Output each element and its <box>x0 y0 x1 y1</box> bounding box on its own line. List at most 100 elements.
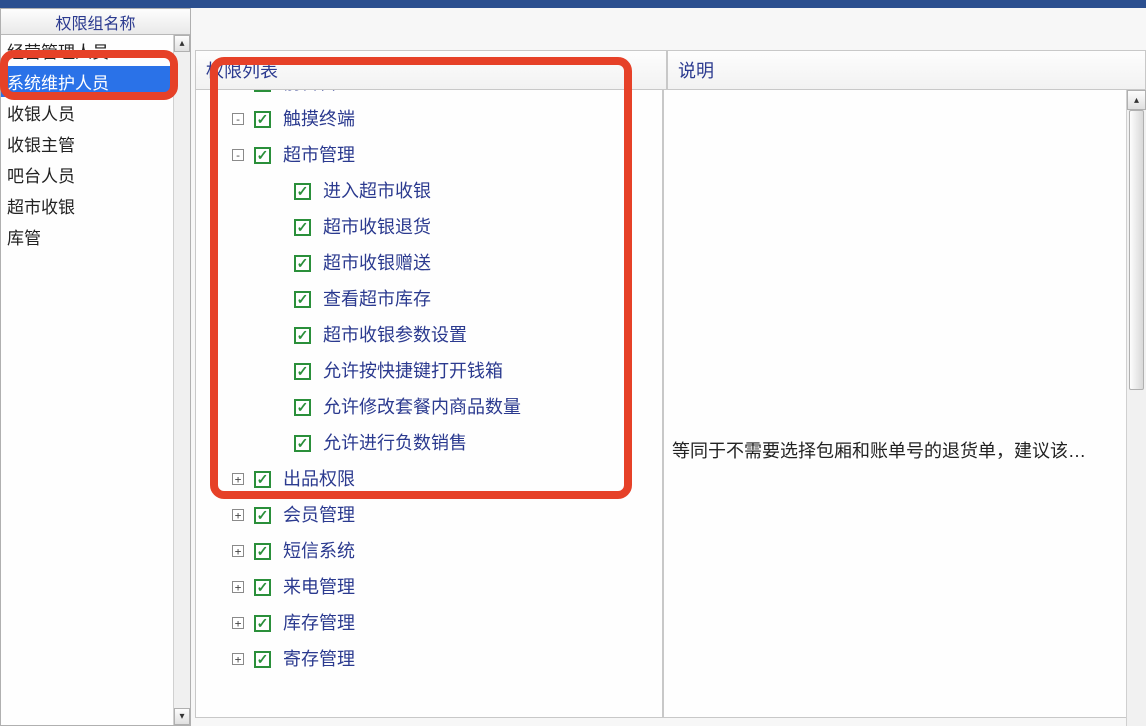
checkbox[interactable]: ✓ <box>294 255 311 272</box>
tree-row[interactable]: + ✓ 出品权限 <box>204 461 656 497</box>
tree-node-label: 允许修改套餐内商品数量 <box>323 390 521 424</box>
scroll-up-icon[interactable]: ▴ <box>174 35 190 52</box>
tree-connector-icon: · <box>272 221 284 233</box>
sidebar-item-label: 吧台人员 <box>7 162 75 187</box>
column-header-tree[interactable]: 权限列表 <box>195 50 667 90</box>
tree-node-label: 超市收银退货 <box>323 210 431 244</box>
tree-node-label: 来电管理 <box>283 570 355 604</box>
tree-row[interactable]: -✓ 触摸终端 <box>204 101 656 137</box>
sidebar-item-5[interactable]: 超市收银 <box>1 190 173 221</box>
collapse-icon[interactable]: - <box>232 149 244 161</box>
checkbox[interactable]: ✓ <box>254 471 271 488</box>
checkbox[interactable]: ✓ <box>254 579 271 596</box>
description-text: 等同于不需要选择包厢和账单号的退货单，建议该… <box>672 437 1137 463</box>
checkbox[interactable]: ✓ <box>254 147 271 164</box>
tree-connector-icon: · <box>272 365 284 377</box>
checkbox[interactable]: ✓ <box>294 363 311 380</box>
sidebar-item-2[interactable]: 收银人员 <box>1 97 173 128</box>
column-header-tree-label: 权限列表 <box>206 57 278 83</box>
expand-icon[interactable]: + <box>232 653 244 665</box>
sidebar-item-1[interactable]: 系统维护人员 <box>1 66 173 97</box>
tree-node-label: 短信系统 <box>283 534 355 568</box>
sidebar-header-label: 权限组名称 <box>55 10 135 34</box>
expand-icon[interactable]: + <box>232 545 244 557</box>
tree-node-label: 超市收银参数设置 <box>323 318 467 352</box>
main-container: 权限组名称 经营管理人员 系统维护人员 收银人员 收银主管 吧台人员 超市收银 … <box>0 8 1146 726</box>
tree-row[interactable]: · ✓ 超市收银参数设置 <box>204 317 656 353</box>
sidebar-header: 权限组名称 <box>1 9 190 35</box>
tree-row[interactable]: · ✓ 超市收银退货 <box>204 209 656 245</box>
sidebar-item-label: 收银主管 <box>7 131 75 156</box>
sidebar-item-label: 库管 <box>7 224 41 249</box>
tree-row[interactable]: · ✓ 超市收银赠送 <box>204 245 656 281</box>
checkbox[interactable]: ✓ <box>294 327 311 344</box>
checkbox[interactable]: ✓ <box>254 111 271 128</box>
checkbox[interactable]: ✓ <box>254 543 271 560</box>
permission-tree: -✓前台营业-✓触摸终端-✓超市管理·✓进入超市收银·✓超市收银退货·✓超市收银… <box>196 59 662 717</box>
tree-row[interactable]: + ✓ 会员管理 <box>204 497 656 533</box>
tree-connector-icon: · <box>272 437 284 449</box>
checkbox[interactable]: ✓ <box>294 183 311 200</box>
sidebar-item-label: 收银人员 <box>7 100 75 125</box>
tree-connector-icon: · <box>272 401 284 413</box>
expand-icon[interactable]: + <box>232 473 244 485</box>
sidebar-item-label: 超市收银 <box>7 193 75 218</box>
tree-connector-icon: · <box>272 293 284 305</box>
tree-node-label: 会员管理 <box>283 498 355 532</box>
tree-node-label: 触摸终端 <box>283 102 355 136</box>
column-header-desc-label: 说明 <box>678 57 714 83</box>
tree-row[interactable]: · ✓ 允许修改套餐内商品数量 <box>204 389 656 425</box>
sidebar-scrollbar[interactable]: ▴ ▾ <box>173 35 190 725</box>
checkbox[interactable]: ✓ <box>254 651 271 668</box>
tree-row[interactable]: + ✓ 寄存管理 <box>204 641 656 677</box>
checkbox[interactable]: ✓ <box>254 615 271 632</box>
tree-node-label: 超市收银赠送 <box>323 246 431 280</box>
scroll-down-icon[interactable]: ▾ <box>174 708 190 725</box>
column-headers: 权限列表 说明 <box>195 50 1146 90</box>
tree-row[interactable]: · ✓ 允许按快捷键打开钱箱 <box>204 353 656 389</box>
tree-node-label: 出品权限 <box>283 462 355 496</box>
sidebar-item-6[interactable]: 库管 <box>1 221 173 252</box>
tree-connector-icon: · <box>272 329 284 341</box>
expand-icon[interactable]: + <box>232 581 244 593</box>
tree-row[interactable]: + ✓ 短信系统 <box>204 533 656 569</box>
checkbox[interactable]: ✓ <box>294 291 311 308</box>
column-header-desc[interactable]: 说明 <box>667 50 1146 90</box>
sidebar-item-4[interactable]: 吧台人员 <box>1 159 173 190</box>
checkbox[interactable]: ✓ <box>254 507 271 524</box>
tree-node-label: 允许进行负数销售 <box>323 426 467 460</box>
tree-node-label: 超市管理 <box>283 138 355 172</box>
tree-node-label: 库存管理 <box>283 606 355 640</box>
tree-node-label: 查看超市库存 <box>323 282 431 316</box>
sidebar-item-label: 系统维护人员 <box>7 69 109 94</box>
expand-icon[interactable]: + <box>232 617 244 629</box>
checkbox[interactable]: ✓ <box>294 435 311 452</box>
window-titlebar <box>0 0 1146 8</box>
description-panel: 等同于不需要选择包厢和账单号的退货单，建议该… <box>663 58 1146 718</box>
tree-node-label: 寄存管理 <box>283 642 355 676</box>
content-area: -✓前台营业-✓触摸终端-✓超市管理·✓进入超市收银·✓超市收银退货·✓超市收银… <box>191 8 1146 726</box>
expand-icon[interactable]: + <box>232 509 244 521</box>
content-scrollbar[interactable]: ▴ <box>1126 90 1146 726</box>
sidebar-item-3[interactable]: 收银主管 <box>1 128 173 159</box>
scroll-up-icon[interactable]: ▴ <box>1127 90 1146 110</box>
checkbox[interactable]: ✓ <box>294 399 311 416</box>
tree-row[interactable]: · ✓ 允许进行负数销售 <box>204 425 656 461</box>
tree-node-label: 进入超市收银 <box>323 174 431 208</box>
tree-row[interactable]: + ✓ 来电管理 <box>204 569 656 605</box>
tree-node-label: 允许按快捷键打开钱箱 <box>323 354 503 388</box>
tree-connector-icon: · <box>272 257 284 269</box>
scrollbar-thumb[interactable] <box>1129 110 1144 390</box>
tree-row[interactable]: -✓ 超市管理 <box>204 137 656 173</box>
collapse-icon[interactable]: - <box>232 113 244 125</box>
permission-group-sidebar: 权限组名称 经营管理人员 系统维护人员 收银人员 收银主管 吧台人员 超市收银 … <box>0 8 191 726</box>
tree-row[interactable]: · ✓ 查看超市库存 <box>204 281 656 317</box>
permission-tree-panel: -✓前台营业-✓触摸终端-✓超市管理·✓进入超市收银·✓超市收银退货·✓超市收银… <box>195 58 663 718</box>
sidebar-item-label: 经营管理人员 <box>7 38 109 63</box>
checkbox[interactable]: ✓ <box>294 219 311 236</box>
tree-row[interactable]: + ✓ 库存管理 <box>204 605 656 641</box>
tree-row[interactable]: · ✓ 进入超市收银 <box>204 173 656 209</box>
sidebar-list: 经营管理人员 系统维护人员 收银人员 收银主管 吧台人员 超市收银 库管 ▴ ▾ <box>1 35 190 725</box>
tree-connector-icon: · <box>272 185 284 197</box>
sidebar-item-0[interactable]: 经营管理人员 <box>1 35 173 66</box>
